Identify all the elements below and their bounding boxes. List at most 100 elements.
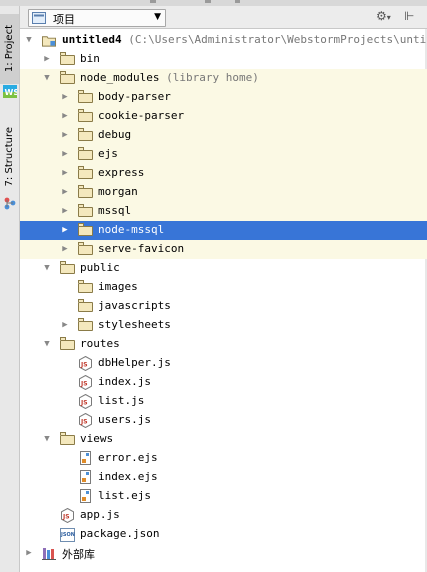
js-file-icon: JS <box>78 375 94 390</box>
tree-folder-row[interactable]: ▶ express <box>20 164 427 183</box>
collapsed-arrow-icon[interactable]: ▶ <box>60 110 70 122</box>
ejs-file-icon <box>78 451 94 466</box>
folder-icon <box>78 166 94 181</box>
tree-folder-row[interactable]: ▶ ejs <box>20 145 427 164</box>
collapsed-arrow-icon[interactable]: ▶ <box>60 319 70 331</box>
tree-item-label: public <box>80 261 120 274</box>
tree-folder-row[interactable]: ▼ public <box>20 259 427 278</box>
expanded-arrow-icon[interactable]: ▼ <box>42 433 52 445</box>
tree-item-name: mssql <box>98 204 132 217</box>
tree-item-name: 外部库 <box>62 548 95 561</box>
tree-folder-row[interactable]: ▼ node_modules (library home) <box>20 69 427 88</box>
tree-folder-row[interactable]: ▶ mssql <box>20 202 427 221</box>
folder-icon <box>60 337 76 352</box>
tree-item-name: index.ejs <box>98 470 158 483</box>
folder-icon <box>78 185 94 200</box>
tree-item-name: untitled4 <box>62 33 122 46</box>
collapsed-arrow-icon[interactable]: ▶ <box>24 547 34 559</box>
folder-icon <box>60 261 76 276</box>
tree-item-label: body-parser <box>98 90 171 103</box>
tree-item-label: error.ejs <box>98 451 158 464</box>
tree-item-label: node_modules (library home) <box>80 71 259 84</box>
tree-item-name: body-parser <box>98 90 171 103</box>
tree-item-hint: (library home) <box>166 71 259 84</box>
tree-item-label: express <box>98 166 144 179</box>
tree-item-name: stylesheets <box>98 318 171 331</box>
webstorm-icon: WS <box>2 85 17 98</box>
tab-project[interactable]: 1: Project <box>0 14 19 84</box>
tree-file-row[interactable]: JSON package.json <box>20 525 427 544</box>
tree-item-label: dbHelper.js <box>98 356 171 369</box>
tree-file-row[interactable]: JS index.js <box>20 373 427 392</box>
tree-item-label: serve-favicon <box>98 242 184 255</box>
tree-folder-row[interactable]: ▶ debug <box>20 126 427 145</box>
tree-file-row[interactable]: index.ejs <box>20 468 427 487</box>
tree-item-name: javascripts <box>98 299 171 312</box>
structure-icon <box>2 197 17 210</box>
tree-item-name: index.js <box>98 375 151 388</box>
tree-item-label: package.json <box>80 527 159 540</box>
chevron-down-icon: ▼ <box>154 12 161 22</box>
tree-item-name: dbHelper.js <box>98 356 171 369</box>
tree-folder-row[interactable]: javascripts <box>20 297 427 316</box>
expanded-arrow-icon[interactable]: ▼ <box>24 34 34 46</box>
tree-folder-row[interactable]: ▶ cookie-parser <box>20 107 427 126</box>
expanded-arrow-icon[interactable]: ▼ <box>42 338 52 350</box>
tree-item-name: package.json <box>80 527 160 540</box>
ejs-file-icon <box>78 470 94 485</box>
tree-item-name: ejs <box>98 147 118 160</box>
tree-folder-row[interactable]: ▶ node-mssql <box>20 221 427 240</box>
folder-icon <box>78 90 94 105</box>
collapsed-arrow-icon[interactable]: ▶ <box>60 129 70 141</box>
tree-file-row[interactable]: JS dbHelper.js <box>20 354 427 373</box>
tree-item-name: bin <box>80 52 100 65</box>
collapsed-arrow-icon[interactable]: ▶ <box>60 205 70 217</box>
folder-icon <box>78 147 94 162</box>
tree-folder-row[interactable]: ▼ routes <box>20 335 427 354</box>
tree-file-row[interactable]: list.ejs <box>20 487 427 506</box>
collapsed-arrow-icon[interactable]: ▶ <box>60 167 70 179</box>
tree-project-root-row[interactable]: ▼ untitled4 (C:\Users\Administrator\Webst… <box>20 31 427 50</box>
folder-icon <box>78 109 94 124</box>
tree-file-row[interactable]: JS list.js <box>20 392 427 411</box>
tree-item-name: express <box>98 166 145 179</box>
tree-external-libraries-row[interactable]: ▶ 外部库 <box>20 544 427 563</box>
ejs-file-icon <box>78 489 94 504</box>
collapsed-arrow-icon[interactable]: ▶ <box>60 148 70 160</box>
tree-folder-row[interactable]: images <box>20 278 427 297</box>
tree-item-label: stylesheets <box>98 318 171 331</box>
folder-icon <box>78 223 94 238</box>
tab-structure[interactable]: 7: Structure <box>0 118 19 196</box>
tree-item-name: users.js <box>98 413 151 426</box>
collapsed-arrow-icon[interactable]: ▶ <box>60 91 70 103</box>
tree-folder-row[interactable]: ▶ stylesheets <box>20 316 427 335</box>
tree-item-label: list.js <box>98 394 144 407</box>
expanded-arrow-icon[interactable]: ▼ <box>42 72 52 84</box>
tree-item-name: images <box>98 280 138 293</box>
tree-item-name: routes <box>80 337 120 350</box>
collapse-all-icon[interactable]: ⊩ <box>404 9 414 23</box>
collapsed-arrow-icon[interactable]: ▶ <box>60 224 70 236</box>
collapsed-arrow-icon[interactable]: ▶ <box>60 186 70 198</box>
collapsed-arrow-icon[interactable]: ▶ <box>60 243 70 255</box>
tree-file-row[interactable]: JS app.js <box>20 506 427 525</box>
tree-item-label: images <box>98 280 138 293</box>
view-selector-dropdown[interactable]: 项目 ▼ <box>28 9 166 27</box>
js-file-icon: JS <box>60 508 76 523</box>
tree-folder-row[interactable]: ▶ morgan <box>20 183 427 202</box>
collapsed-arrow-icon[interactable]: ▶ <box>42 53 52 65</box>
tree-item-name: node-mssql <box>98 223 165 236</box>
tree-folder-row[interactable]: ▶ body-parser <box>20 88 427 107</box>
top-notch <box>150 0 156 3</box>
external-libraries-icon <box>42 546 58 561</box>
tree-file-row[interactable]: error.ejs <box>20 449 427 468</box>
expanded-arrow-icon[interactable]: ▼ <box>42 262 52 274</box>
tree-folder-row[interactable]: ▶ bin <box>20 50 427 69</box>
tree-item-label: 外部库 <box>62 546 95 562</box>
project-panel-header: 项目 ▼ ⚙▾ ⊩ <box>20 6 427 29</box>
settings-icon[interactable]: ⚙▾ <box>376 9 391 23</box>
svg-text:JS: JS <box>80 362 88 369</box>
tree-folder-row[interactable]: ▶ serve-favicon <box>20 240 427 259</box>
tree-file-row[interactable]: JS users.js <box>20 411 427 430</box>
tree-folder-row[interactable]: ▼ views <box>20 430 427 449</box>
